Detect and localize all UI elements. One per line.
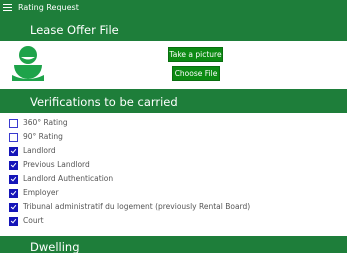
check-label: Landlord Authentication [23, 174, 114, 183]
checkbox[interactable] [9, 189, 18, 198]
check-item-90-rating[interactable]: 90° Rating [0, 131, 347, 144]
checkbox[interactable] [9, 175, 18, 184]
lease-offer-header: Lease Offer File [0, 15, 347, 41]
user-avatar-icon [12, 46, 44, 81]
check-item-court[interactable]: Court [0, 215, 347, 228]
lease-offer-title: Lease Offer File [30, 23, 119, 37]
check-item-employer[interactable]: Employer [0, 187, 347, 200]
check-label: Landlord [23, 146, 56, 155]
verifications-header: Verifications to be carried [0, 89, 347, 113]
check-label: Previous Landlord [23, 160, 90, 169]
hamburger-menu-icon[interactable] [3, 4, 12, 11]
checkbox[interactable] [9, 147, 18, 156]
checkbox[interactable] [9, 217, 18, 226]
checkbox[interactable] [9, 119, 18, 128]
check-item-previous-landlord[interactable]: Previous Landlord [0, 159, 347, 172]
check-item-landlord-authentication[interactable]: Landlord Authentication [0, 173, 347, 186]
check-item-landlord[interactable]: Landlord [0, 145, 347, 158]
dwelling-header: Dwelling [0, 236, 347, 254]
checkbox[interactable] [9, 161, 18, 170]
app-titlebar: Rating Request [0, 0, 347, 15]
check-label: Tribunal administratif du logement (prev… [23, 202, 251, 211]
check-label: 360° Rating [23, 118, 68, 127]
app-title: Rating Request [18, 3, 79, 12]
take-picture-button[interactable]: Take a picture [168, 47, 223, 62]
check-label: Court [23, 216, 44, 225]
check-item-tribunal[interactable]: Tribunal administratif du logement (prev… [0, 201, 347, 214]
check-label: Employer [23, 188, 59, 197]
checkbox[interactable] [9, 133, 18, 142]
check-label: 90° Rating [23, 132, 63, 141]
verifications-title: Verifications to be carried [30, 95, 178, 109]
check-item-360-rating[interactable]: 360° Rating [0, 117, 347, 130]
choose-file-button[interactable]: Choose File [172, 66, 220, 81]
checkbox[interactable] [9, 203, 18, 212]
dwelling-title: Dwelling [30, 240, 80, 254]
